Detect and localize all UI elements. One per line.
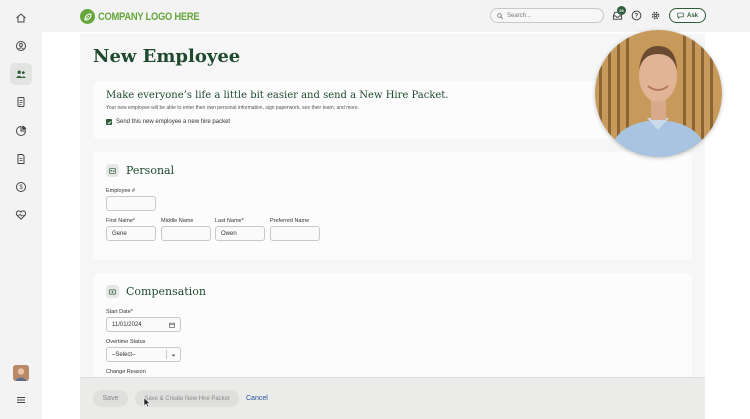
preferred-name-field[interactable]: [270, 226, 320, 241]
document-icon: [17, 154, 25, 164]
money-icon: [106, 285, 119, 298]
employee-number-field[interactable]: [106, 196, 156, 211]
heart-pulse-icon: [15, 210, 27, 220]
first-name-label: First Name*: [106, 218, 136, 224]
settings-button[interactable]: [650, 10, 661, 21]
svg-text:?: ?: [635, 14, 639, 20]
nav-home[interactable]: [10, 7, 32, 29]
topbar: COMPANY LOGO HERE Search... 20 ? Ask: [42, 0, 750, 32]
pie-chart-icon: [16, 125, 27, 136]
nav-people[interactable]: [10, 63, 32, 85]
nav-payroll[interactable]: $: [10, 176, 32, 198]
home-icon: [16, 13, 26, 23]
cancel-button[interactable]: Cancel: [246, 390, 268, 407]
select-divider: [166, 350, 167, 359]
save-button[interactable]: Save: [93, 390, 128, 407]
new-hire-packet-checkbox[interactable]: [106, 119, 112, 125]
svg-text:$: $: [19, 185, 23, 191]
logo-text: COMPANY LOGO HERE: [98, 10, 200, 23]
middle-name-label: Middle Name: [161, 218, 194, 224]
notification-badge: 20: [617, 6, 626, 15]
ask-label: Ask: [686, 12, 698, 19]
nav-my-info[interactable]: [10, 35, 32, 57]
personal-section: Personal Employee # First Name* Gene Mid…: [93, 152, 692, 260]
people-icon: [16, 70, 26, 78]
gear-icon: [651, 11, 660, 20]
chat-icon: [677, 12, 684, 19]
help-icon: ?: [631, 10, 642, 21]
page-title: New Employee: [93, 46, 241, 67]
nav-reports[interactable]: [10, 120, 32, 142]
first-name-field[interactable]: Gene: [106, 226, 156, 241]
overtime-status-select[interactable]: –Select–: [106, 347, 181, 362]
start-date-value: 11/01/2024: [112, 321, 142, 328]
avatar-image: [13, 365, 29, 381]
avatar[interactable]: [13, 365, 29, 381]
mouse-cursor-icon: [143, 397, 151, 408]
checkbox-label: Send this new employee a new hire packet: [116, 119, 231, 125]
video-overlay: [595, 30, 722, 157]
section-title: Personal: [126, 164, 175, 177]
last-name-label: Last Name*: [215, 218, 244, 224]
overtime-status-value: –Select–: [112, 351, 136, 358]
section-title: Compensation: [126, 285, 206, 298]
presenter-video-image: [595, 30, 722, 157]
id-badge-icon: [17, 97, 25, 107]
overtime-status-label: Overtime Status: [106, 339, 146, 345]
chevron-down-icon: [171, 354, 176, 357]
logo-leaf-icon: [80, 9, 95, 24]
search-icon: [497, 12, 503, 19]
dollar-icon: $: [16, 182, 26, 192]
nav-files[interactable]: [10, 148, 32, 170]
start-date-label: Start Date*: [106, 309, 133, 315]
middle-name-field[interactable]: [161, 226, 211, 241]
ask-button[interactable]: Ask: [669, 8, 706, 23]
help-button[interactable]: ?: [631, 10, 642, 21]
check-icon: [107, 120, 111, 124]
nav-hiring[interactable]: [10, 91, 32, 113]
user-circle-icon: [16, 41, 26, 51]
menu-icon: [17, 397, 25, 403]
company-logo[interactable]: COMPANY LOGO HERE: [80, 9, 217, 24]
personal-header: Personal: [106, 164, 174, 177]
start-date-field[interactable]: 11/01/2024: [106, 317, 181, 332]
promo-title: Make everyone’s life a little bit easier…: [106, 90, 449, 101]
last-name-field[interactable]: Owen: [215, 226, 265, 241]
employee-number-label: Employee #: [106, 188, 136, 194]
menu-button[interactable]: [10, 389, 32, 411]
search-input[interactable]: Search...: [507, 13, 531, 19]
search-box[interactable]: Search...: [490, 8, 604, 23]
promo-subtitle: Your new employee will be able to enter …: [106, 105, 360, 111]
preferred-name-label: Preferred Name: [270, 218, 310, 224]
id-card-icon: [106, 164, 119, 177]
new-hire-packet-checkbox-row[interactable]: Send this new employee a new hire packet: [106, 119, 230, 125]
sidebar: $: [0, 0, 42, 419]
compensation-header: Compensation: [106, 285, 206, 298]
change-reason-label: Change Reason: [106, 369, 146, 375]
calendar-icon[interactable]: [169, 322, 175, 328]
nav-benefits[interactable]: [10, 204, 32, 226]
form-footer: Save Save & Create New Hire Packet Cance…: [80, 377, 705, 419]
